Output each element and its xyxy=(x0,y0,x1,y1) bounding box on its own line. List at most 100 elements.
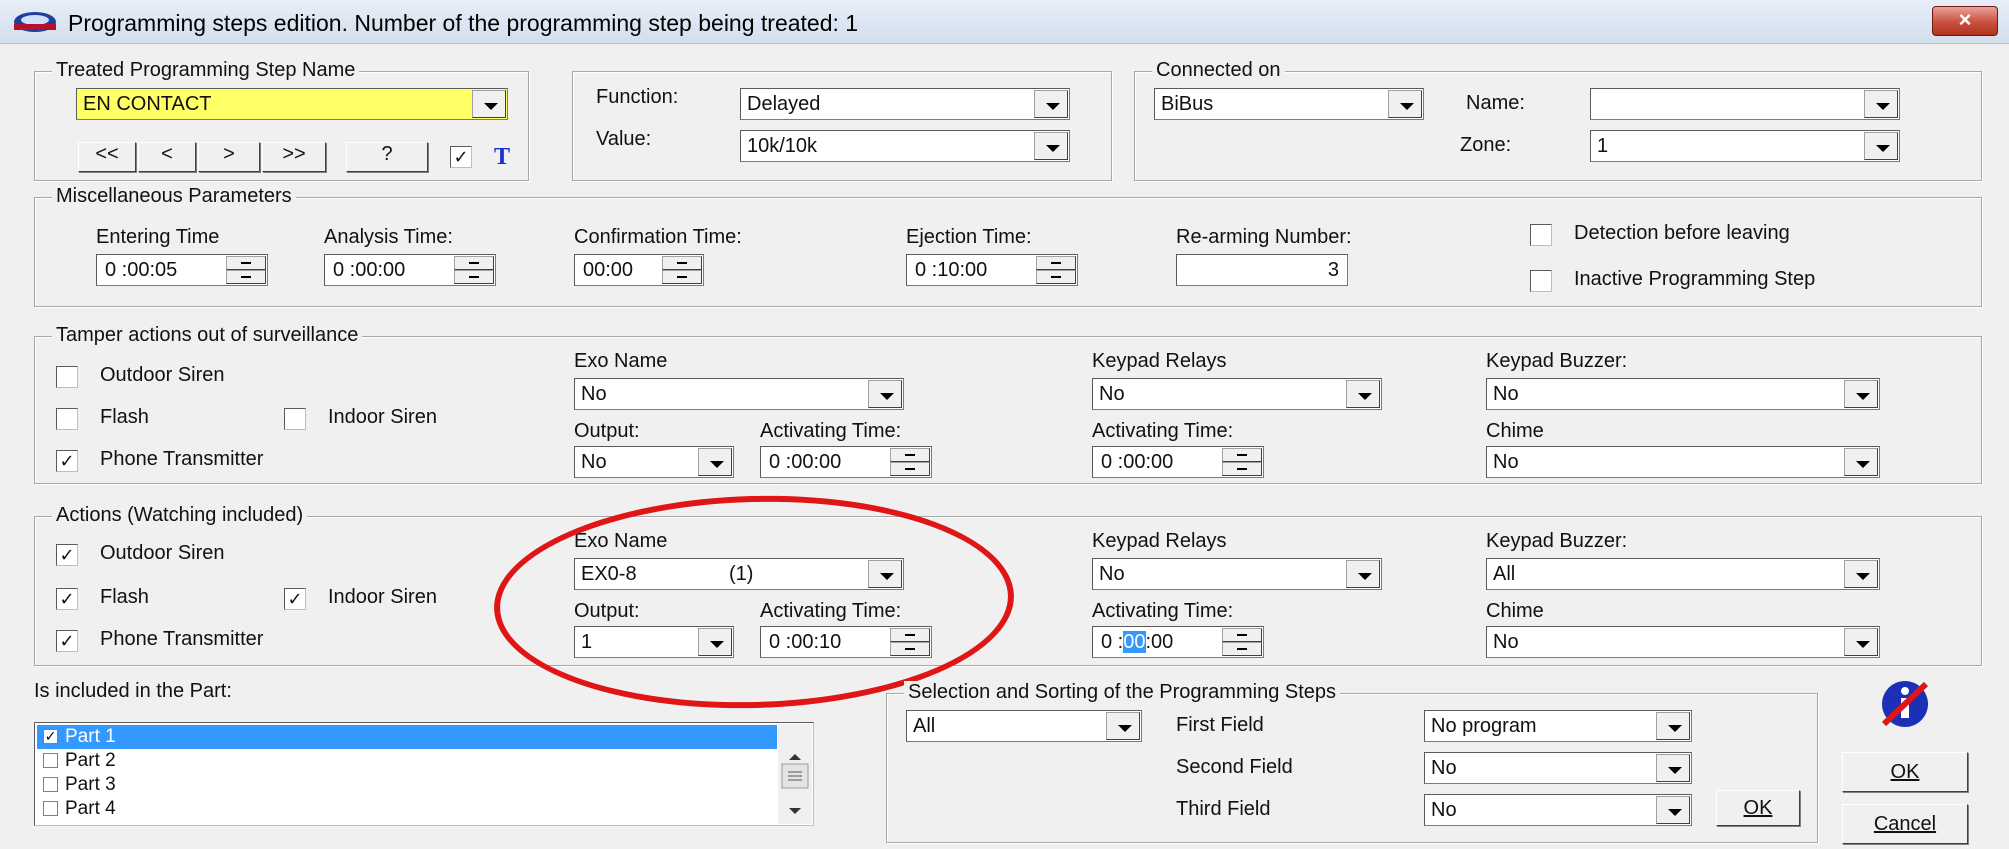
chevron-down-icon[interactable] xyxy=(1864,90,1898,118)
spin-down-icon[interactable] xyxy=(890,462,930,476)
actions-phone-box[interactable]: ✓ xyxy=(56,630,78,652)
third-field-combo[interactable]: No xyxy=(1424,794,1692,826)
actions-indoor-siren-checkbox[interactable]: ✓ Indoor Siren xyxy=(284,586,494,612)
tamper-phone-box[interactable]: ✓ xyxy=(56,450,78,472)
actions-phone-transmitter-checkbox[interactable]: ✓ Phone Transmitter xyxy=(56,628,356,654)
chevron-down-icon[interactable] xyxy=(1844,448,1878,476)
spin-down-icon[interactable] xyxy=(1036,270,1076,284)
chevron-down-icon[interactable] xyxy=(1656,796,1690,824)
tamper-flash-box[interactable] xyxy=(56,408,78,430)
ejection-time-spinner[interactable]: 0 :10:00 xyxy=(906,254,1078,286)
detection-checkbox-box[interactable] xyxy=(1530,224,1552,246)
value-combo[interactable]: 10k/10k xyxy=(740,130,1070,162)
spin-up-icon[interactable] xyxy=(454,256,494,270)
spin-up-icon[interactable] xyxy=(890,448,930,462)
actions-indoor-box[interactable]: ✓ xyxy=(284,588,306,610)
actions-outdoor-siren-checkbox[interactable]: ✓ Outdoor Siren xyxy=(56,542,316,568)
part-checkbox[interactable]: ✓ xyxy=(43,729,58,744)
detection-before-leaving-checkbox[interactable]: Detection before leaving xyxy=(1530,222,1970,248)
tamper-outdoor-siren-checkbox[interactable]: Outdoor Siren xyxy=(56,364,316,390)
chevron-down-icon[interactable] xyxy=(1656,712,1690,740)
info-disabled-icon[interactable] xyxy=(1880,678,1930,730)
spin-up-icon[interactable] xyxy=(1222,628,1262,642)
inactive-checkbox-box[interactable] xyxy=(1530,270,1552,292)
second-field-combo[interactable]: No xyxy=(1424,752,1692,784)
zone-combo[interactable]: 1 xyxy=(1590,130,1900,162)
chevron-down-icon[interactable] xyxy=(1346,380,1380,408)
chevron-down-icon[interactable] xyxy=(1034,132,1068,160)
chevron-down-icon[interactable] xyxy=(472,90,506,118)
chevron-down-icon[interactable] xyxy=(1844,560,1878,588)
actions-chime-combo[interactable]: No xyxy=(1486,626,1880,658)
tamper-phone-transmitter-checkbox[interactable]: ✓ Phone Transmitter xyxy=(56,448,356,474)
entering-time-spinner[interactable]: 0 :00:05 xyxy=(96,254,268,286)
previous-step-button[interactable]: < xyxy=(138,142,196,172)
spin-up-icon[interactable] xyxy=(662,256,702,270)
chevron-down-icon[interactable] xyxy=(1656,754,1690,782)
actions-kr-activating-spinner[interactable]: 0 :00:00 xyxy=(1092,626,1264,658)
chevron-down-icon[interactable] xyxy=(1388,90,1422,118)
spin-down-icon[interactable] xyxy=(1222,462,1262,476)
chevron-down-icon[interactable] xyxy=(868,380,902,408)
cancel-button[interactable]: Cancel xyxy=(1842,804,1968,844)
t-checkbox-box[interactable]: ✓ xyxy=(450,146,472,168)
chevron-down-icon[interactable] xyxy=(1346,560,1380,588)
analysis-time-spinner[interactable]: 0 :00:00 xyxy=(324,254,496,286)
list-item[interactable]: Part 2 xyxy=(37,749,777,773)
spin-down-icon[interactable] xyxy=(662,270,702,284)
spin-down-icon[interactable] xyxy=(454,270,494,284)
tamper-flash-checkbox[interactable]: Flash xyxy=(56,406,216,432)
close-button[interactable]: × xyxy=(1932,6,1998,36)
tamper-outdoor-box[interactable] xyxy=(56,366,78,388)
parts-listbox[interactable]: ✓ Part 1 Part 2 Part 3 Part 4 xyxy=(34,722,814,826)
vertical-scrollbar[interactable] xyxy=(778,724,812,824)
actions-buzzer-combo[interactable]: All xyxy=(1486,558,1880,590)
tamper-indoor-box[interactable] xyxy=(284,408,306,430)
help-button[interactable]: ? xyxy=(346,142,428,172)
chevron-down-icon[interactable] xyxy=(1844,380,1878,408)
tamper-exo-name-combo[interactable]: No xyxy=(574,378,904,410)
tamper-output-combo[interactable]: No xyxy=(574,446,734,478)
first-field-combo[interactable]: No program xyxy=(1424,710,1692,742)
ok-button[interactable]: OK xyxy=(1842,752,1968,792)
part-checkbox[interactable] xyxy=(43,801,58,816)
confirmation-time-spinner[interactable]: 00:00 xyxy=(574,254,704,286)
chevron-down-icon[interactable] xyxy=(698,448,732,476)
tamper-chime-combo[interactable]: No xyxy=(1486,446,1880,478)
rearming-number-input[interactable]: 3 xyxy=(1176,254,1348,286)
tamper-activating-spinner[interactable]: 0 :00:00 xyxy=(760,446,932,478)
list-item[interactable]: Part 3 xyxy=(37,773,777,797)
chevron-down-icon[interactable] xyxy=(1864,132,1898,160)
function-combo[interactable]: Delayed xyxy=(740,88,1070,120)
chevron-down-icon[interactable] xyxy=(1106,712,1140,740)
sorting-ok-button[interactable]: OK xyxy=(1716,790,1800,826)
selection-combo[interactable]: All xyxy=(906,710,1142,742)
chevron-down-icon[interactable] xyxy=(1034,90,1068,118)
list-item[interactable]: ✓ Part 1 xyxy=(37,725,777,749)
actions-keypad-relays-combo[interactable]: No xyxy=(1092,558,1382,590)
first-step-button[interactable]: << xyxy=(78,142,136,172)
spin-down-icon[interactable] xyxy=(1222,642,1262,656)
t-checkbox[interactable]: ✓ T xyxy=(450,144,530,170)
actions-flash-checkbox[interactable]: ✓ Flash xyxy=(56,586,216,612)
spin-down-icon[interactable] xyxy=(226,270,266,284)
step-name-combo[interactable]: EN CONTACT xyxy=(76,88,508,120)
part-checkbox[interactable] xyxy=(43,753,58,768)
last-step-button[interactable]: >> xyxy=(262,142,326,172)
actions-outdoor-box[interactable]: ✓ xyxy=(56,544,78,566)
spin-up-icon[interactable] xyxy=(226,256,266,270)
bus-combo[interactable]: BiBus xyxy=(1154,88,1424,120)
tamper-indoor-siren-checkbox[interactable]: Indoor Siren xyxy=(284,406,494,432)
inactive-step-checkbox[interactable]: Inactive Programming Step xyxy=(1530,268,1970,294)
list-item[interactable]: Part 4 xyxy=(37,797,777,821)
tamper-kr-activating-spinner[interactable]: 0 :00:00 xyxy=(1092,446,1264,478)
tamper-keypad-relays-combo[interactable]: No xyxy=(1092,378,1382,410)
chevron-down-icon[interactable] xyxy=(1844,628,1878,656)
tamper-buzzer-combo[interactable]: No xyxy=(1486,378,1880,410)
spin-up-icon[interactable] xyxy=(1222,448,1262,462)
spin-up-icon[interactable] xyxy=(1036,256,1076,270)
part-checkbox[interactable] xyxy=(43,777,58,792)
next-step-button[interactable]: > xyxy=(198,142,260,172)
actions-flash-box[interactable]: ✓ xyxy=(56,588,78,610)
connected-name-combo[interactable] xyxy=(1590,88,1900,120)
